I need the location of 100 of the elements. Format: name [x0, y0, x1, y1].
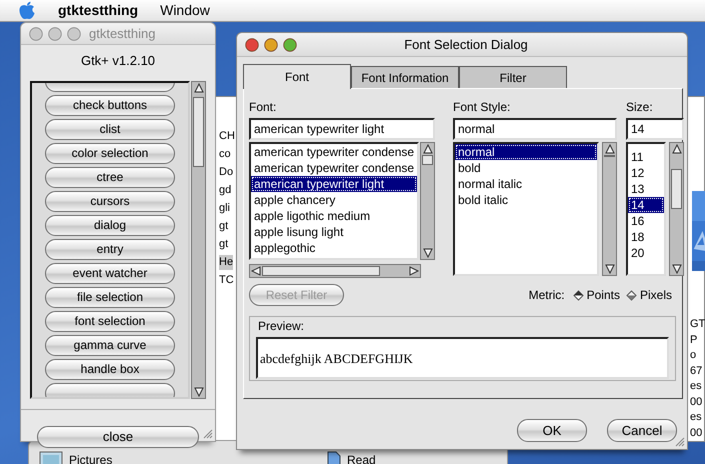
text-fragment: TC — [219, 273, 234, 288]
text-fragment: Do — [219, 165, 234, 180]
zoom-icon[interactable] — [283, 38, 297, 52]
radio-button[interactable] — [626, 290, 637, 300]
radio-button[interactable] — [572, 290, 584, 300]
text-fragment: 67 — [690, 364, 702, 378]
text-fragment: gt — [219, 237, 228, 252]
scroll-thumb[interactable] — [422, 155, 433, 165]
list-item[interactable]: normal — [455, 144, 597, 160]
field-label: Font: — [249, 99, 278, 116]
list-item[interactable]: bold italic — [455, 192, 597, 208]
list-item[interactable]: american typewriter condense — [251, 160, 417, 176]
scroll-right-icon[interactable] — [409, 266, 419, 276]
list-item[interactable]: 11 — [628, 149, 664, 165]
list-item[interactable]: bold — [455, 160, 597, 176]
text-fragment: 00 — [690, 394, 702, 410]
text-fragment: co — [219, 147, 231, 162]
list-item[interactable]: 13 — [628, 181, 664, 197]
scroll-up-icon[interactable] — [604, 144, 614, 154]
close-icon[interactable] — [245, 38, 259, 52]
scrollbar[interactable] — [602, 142, 617, 276]
horizontal-scrollbar[interactable] — [249, 264, 421, 278]
close-icon[interactable] — [29, 26, 43, 40]
zoom-icon[interactable] — [67, 26, 81, 40]
list-button[interactable]: event watcher — [45, 262, 175, 284]
list-button[interactable]: clist — [45, 118, 175, 140]
preview-field[interactable]: abcdefghijk ABCDEFGHIJK — [256, 337, 669, 379]
list-button[interactable]: dialog — [45, 214, 175, 236]
list-button[interactable]: handle box — [45, 358, 175, 380]
tab[interactable]: Filter — [459, 66, 567, 88]
menu-item[interactable]: Window — [160, 0, 210, 21]
list-item[interactable]: american typewriter light — [251, 176, 417, 192]
list-item[interactable]: 16 — [628, 213, 664, 229]
file-name[interactable]: Pictures — [69, 454, 112, 464]
text-fragment: gd — [219, 183, 232, 198]
scroll-down-icon[interactable] — [194, 386, 204, 396]
field-label: Font Style: — [453, 99, 512, 116]
list-item[interactable]: 20 — [628, 245, 664, 261]
action-button[interactable]: OK — [517, 419, 587, 442]
window-title: Font Selection Dialog — [403, 36, 529, 54]
scroll-down-icon[interactable] — [422, 248, 432, 258]
tab[interactable]: Font Information — [351, 66, 459, 88]
list-button[interactable]: check buttons — [45, 94, 175, 116]
version-label: Gtk+ v1.2.10 — [80, 52, 156, 70]
radio-label[interactable]: Points — [586, 286, 620, 304]
text-fragment: es — [690, 410, 702, 425]
scroll-left-icon[interactable] — [251, 266, 261, 276]
text-fragment: o — [690, 348, 696, 363]
list-item[interactable]: normal italic — [455, 176, 597, 192]
list-button[interactable]: color selection — [45, 142, 175, 164]
action-button[interactable]: Cancel — [607, 419, 677, 442]
text-field[interactable]: american typewriter light — [249, 118, 435, 140]
list-item[interactable]: applegothic — [251, 240, 417, 256]
scrollbar[interactable] — [191, 80, 206, 398]
scroll-up-icon[interactable] — [422, 144, 432, 154]
metric-label: Metric: — [528, 287, 565, 304]
scroll-up-icon[interactable] — [194, 82, 204, 92]
tab[interactable]: Font — [243, 64, 351, 89]
list-button[interactable]: font selection — [45, 310, 175, 332]
text-field[interactable]: 14 — [626, 118, 684, 140]
text-fragment: P — [690, 332, 698, 348]
close-button[interactable]: close — [37, 426, 199, 448]
window-title: gtktestthing — [89, 24, 156, 43]
list-item[interactable]: 18 — [628, 229, 664, 245]
scroll-down-icon[interactable] — [672, 264, 682, 274]
text-fragment: gt — [219, 219, 228, 234]
scroll-thumb[interactable] — [262, 266, 380, 276]
minimize-icon[interactable] — [48, 26, 62, 40]
field-label: Size: — [626, 99, 654, 116]
scroll-down-icon[interactable] — [604, 264, 614, 274]
list-button[interactable]: entry — [45, 238, 175, 260]
scroll-thumb[interactable] — [193, 96, 204, 166]
minimize-icon[interactable] — [264, 38, 278, 52]
text-fragment: He — [219, 255, 234, 270]
radio-label[interactable]: Pixels — [640, 286, 672, 304]
scroll-thumb[interactable] — [671, 169, 682, 209]
text-fragment: CH — [219, 129, 235, 144]
list-item[interactable]: 12 — [628, 165, 664, 181]
list-button[interactable]: gamma curve — [45, 334, 175, 356]
text-field[interactable]: normal — [453, 118, 617, 140]
list-item[interactable]: apple chancery — [251, 192, 417, 208]
list-item[interactable]: american typewriter condense — [251, 144, 417, 160]
list-button[interactable]: ctree — [45, 166, 175, 188]
list-item[interactable]: apple ligothic medium — [251, 208, 417, 224]
scroll-thumb[interactable] — [604, 155, 615, 157]
resize-grip-icon[interactable] — [674, 436, 685, 447]
apple-logo-icon[interactable] — [18, 1, 36, 20]
list-item[interactable]: apple lisung light — [251, 224, 417, 240]
resize-grip-icon[interactable] — [202, 428, 213, 439]
text-fragment: GT — [690, 317, 705, 332]
picture-folder-icon[interactable] — [39, 451, 63, 464]
list-item[interactable]: 14 — [628, 197, 664, 213]
app-menu[interactable]: gtktestthing — [58, 0, 138, 21]
list-button[interactable]: cursors — [45, 190, 175, 212]
list-button[interactable]: file selection — [45, 286, 175, 308]
file-name[interactable]: Read — [347, 454, 376, 464]
scroll-up-icon[interactable] — [672, 144, 682, 154]
scrollbar[interactable] — [420, 142, 435, 260]
scrollbar[interactable] — [669, 142, 684, 276]
text-fragment: es — [690, 379, 702, 394]
